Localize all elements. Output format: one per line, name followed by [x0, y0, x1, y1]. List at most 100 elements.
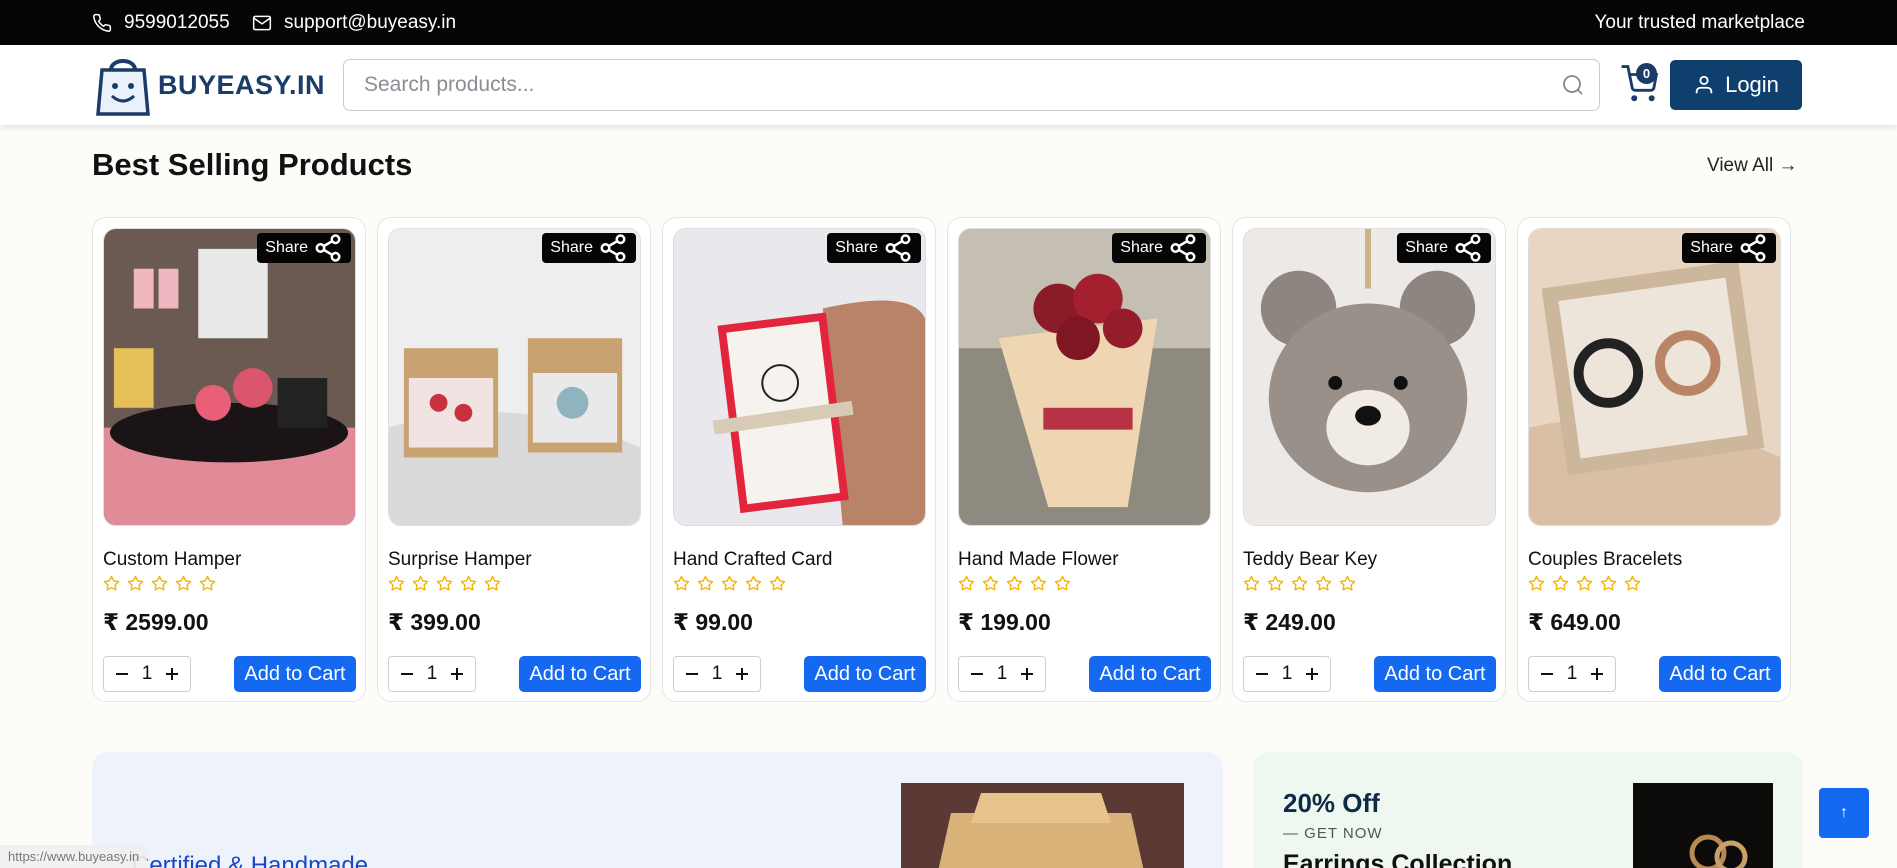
product-image[interactable]: Share [1528, 228, 1781, 526]
teddy-bear-image [1244, 229, 1495, 525]
plus-icon [735, 668, 748, 680]
promo-image [901, 783, 1184, 868]
share-label: Share [835, 239, 878, 256]
star-icon [745, 575, 762, 591]
star-icon [175, 575, 192, 591]
product-card[interactable]: Share Hand Made Flower ₹ 199.00 1 Add to… [947, 217, 1221, 702]
share-button[interactable]: Share [1682, 233, 1776, 263]
star-icon [412, 575, 429, 591]
promo-banner-certified[interactable]: Certified & Handmade [92, 752, 1223, 868]
increase-qty-button[interactable] [1587, 664, 1607, 684]
product-card[interactable]: Share Hand Crafted Card ₹ 99.00 1 Add to… [662, 217, 936, 702]
share-button[interactable]: Share [1112, 233, 1206, 263]
star-icon [1528, 575, 1545, 591]
increase-qty-button[interactable] [447, 664, 467, 684]
quantity-value: 1 [996, 663, 1008, 684]
product-image[interactable]: Share [103, 228, 356, 526]
product-image[interactable]: Share [673, 228, 926, 526]
product-name[interactable]: Hand Crafted Card [673, 549, 832, 571]
promo-title: Certified & Handmade [132, 852, 369, 868]
add-to-cart-button[interactable]: Add to Cart [519, 656, 641, 692]
product-name[interactable]: Surprise Hamper [388, 549, 532, 571]
share-label: Share [550, 239, 593, 256]
shopping-bag-logo-icon [96, 59, 150, 116]
earrings-image [1633, 783, 1773, 868]
hamper-image [104, 229, 355, 525]
share-button[interactable]: Share [257, 233, 351, 263]
card-image [674, 229, 925, 525]
product-card[interactable]: Share Surprise Hamper ₹ 399.00 1 Add to … [377, 217, 651, 702]
status-bar-url: https://www.buyeasy.in [0, 845, 148, 868]
share-button[interactable]: Share [827, 233, 921, 263]
product-card[interactable]: Share Teddy Bear Key ₹ 249.00 1 Add to C… [1232, 217, 1506, 702]
phone-number: 9599012055 [124, 11, 230, 33]
login-label: Login [1725, 72, 1779, 97]
share-label: Share [1690, 239, 1733, 256]
add-to-cart-button[interactable]: Add to Cart [1659, 656, 1781, 692]
product-card[interactable]: Share Couples Bracelets ₹ 649.00 1 Add t… [1517, 217, 1791, 702]
star-icon [1339, 575, 1356, 591]
share-button[interactable]: Share [1397, 233, 1491, 263]
search-input[interactable] [364, 60, 1534, 109]
star-icon [1006, 575, 1023, 591]
minus-icon [686, 673, 698, 675]
product-image[interactable]: Share [388, 228, 641, 526]
promo-collection: Earrings Collection [1283, 850, 1513, 868]
scroll-to-top-button[interactable]: ↑ [1819, 788, 1869, 838]
quantity-stepper: 1 [673, 656, 761, 692]
increase-qty-button[interactable] [732, 664, 752, 684]
rating-stars [1243, 575, 1356, 592]
search-box[interactable] [343, 59, 1600, 111]
login-button[interactable]: Login [1670, 60, 1802, 110]
logo-text: BUYEASY.IN [158, 69, 326, 100]
star-icon [151, 575, 168, 591]
decrease-qty-button[interactable] [1252, 664, 1272, 684]
product-card[interactable]: Share Custom Hamper ₹ 2599.00 1 Add to C… [92, 217, 366, 702]
minus-icon [1541, 673, 1553, 675]
search-icon[interactable] [1561, 73, 1585, 97]
promo-cta[interactable]: — GET NOW [1283, 825, 1383, 842]
share-label: Share [1405, 239, 1448, 256]
mail-icon [252, 15, 272, 30]
product-name[interactable]: Couples Bracelets [1528, 549, 1682, 571]
product-image[interactable]: Share [958, 228, 1211, 526]
share-button[interactable]: Share [542, 233, 636, 263]
phone-icon [93, 13, 112, 32]
star-icon [982, 575, 999, 591]
quantity-value: 1 [141, 663, 153, 684]
view-all-link[interactable]: View All → [1707, 155, 1797, 177]
email-contact[interactable]: support@buyeasy.in [252, 0, 456, 45]
decrease-qty-button[interactable] [397, 664, 417, 684]
plus-icon [1305, 668, 1318, 680]
product-name[interactable]: Custom Hamper [103, 549, 241, 571]
decrease-qty-button[interactable] [967, 664, 987, 684]
star-icon [388, 575, 405, 591]
star-icon [1291, 575, 1308, 591]
tagline-text: Your trusted marketplace [1594, 11, 1805, 33]
increase-qty-button[interactable] [1017, 664, 1037, 684]
product-price: ₹ 99.00 [673, 609, 753, 635]
add-to-cart-button[interactable]: Add to Cart [234, 656, 356, 692]
logo[interactable]: BUYEASY.IN [96, 51, 325, 119]
increase-qty-button[interactable] [162, 664, 182, 684]
product-name[interactable]: Hand Made Flower [958, 549, 1119, 571]
minus-icon [1256, 673, 1268, 675]
site-header: BUYEASY.IN 0 Login [0, 45, 1897, 125]
decrease-qty-button[interactable] [1537, 664, 1557, 684]
add-to-cart-button[interactable]: Add to Cart [804, 656, 926, 692]
add-to-cart-button[interactable]: Add to Cart [1374, 656, 1496, 692]
product-name[interactable]: Teddy Bear Key [1243, 549, 1377, 571]
minus-icon [401, 673, 413, 675]
promo-banner-earrings[interactable]: 20% Off — GET NOW Earrings Collection [1253, 752, 1803, 868]
phone-contact[interactable]: 9599012055 [92, 0, 230, 45]
plus-icon [1590, 668, 1603, 680]
star-icon [1552, 575, 1569, 591]
promo-image [1633, 783, 1773, 868]
decrease-qty-button[interactable] [682, 664, 702, 684]
add-to-cart-button[interactable]: Add to Cart [1089, 656, 1211, 692]
product-image[interactable]: Share [1243, 228, 1496, 526]
increase-qty-button[interactable] [1302, 664, 1322, 684]
decrease-qty-button[interactable] [112, 664, 132, 684]
star-icon [1624, 575, 1641, 591]
star-icon [1315, 575, 1332, 591]
